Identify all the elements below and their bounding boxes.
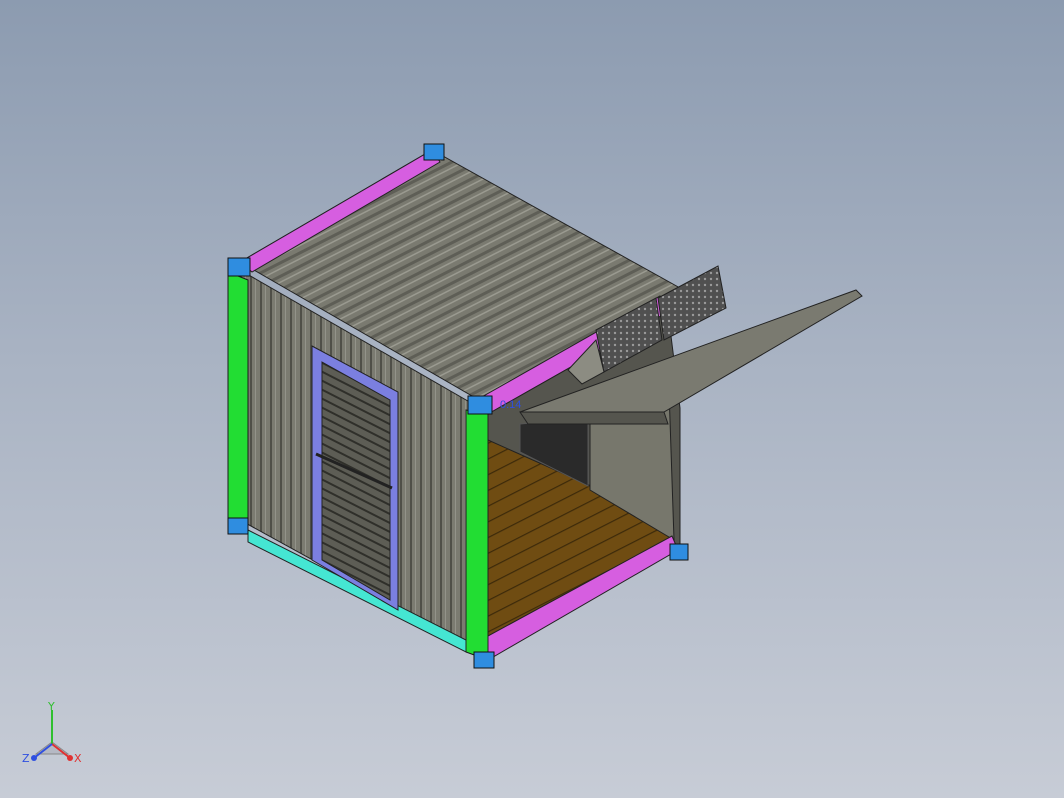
corner-casting — [467, 395, 493, 415]
solar-panel-2[interactable] — [657, 265, 727, 341]
y-axis-label: Y — [47, 700, 55, 713]
cad-viewport[interactable]: 0.14 — [0, 0, 1064, 798]
roof-flap-underside — [519, 411, 669, 425]
corner-casting — [227, 257, 251, 277]
z-axis-label: Z — [22, 752, 30, 765]
coordinate-triad[interactable]: Y X Z — [14, 700, 94, 780]
model-annotation: 0.14 — [500, 399, 521, 411]
corner-casting — [227, 517, 249, 535]
x-axis-label: X — [74, 752, 82, 765]
corner-casting — [423, 143, 445, 161]
corner-post-front — [465, 409, 489, 661]
corner-casting — [669, 543, 689, 561]
corner-post-left — [227, 271, 249, 531]
corner-casting — [473, 651, 495, 669]
